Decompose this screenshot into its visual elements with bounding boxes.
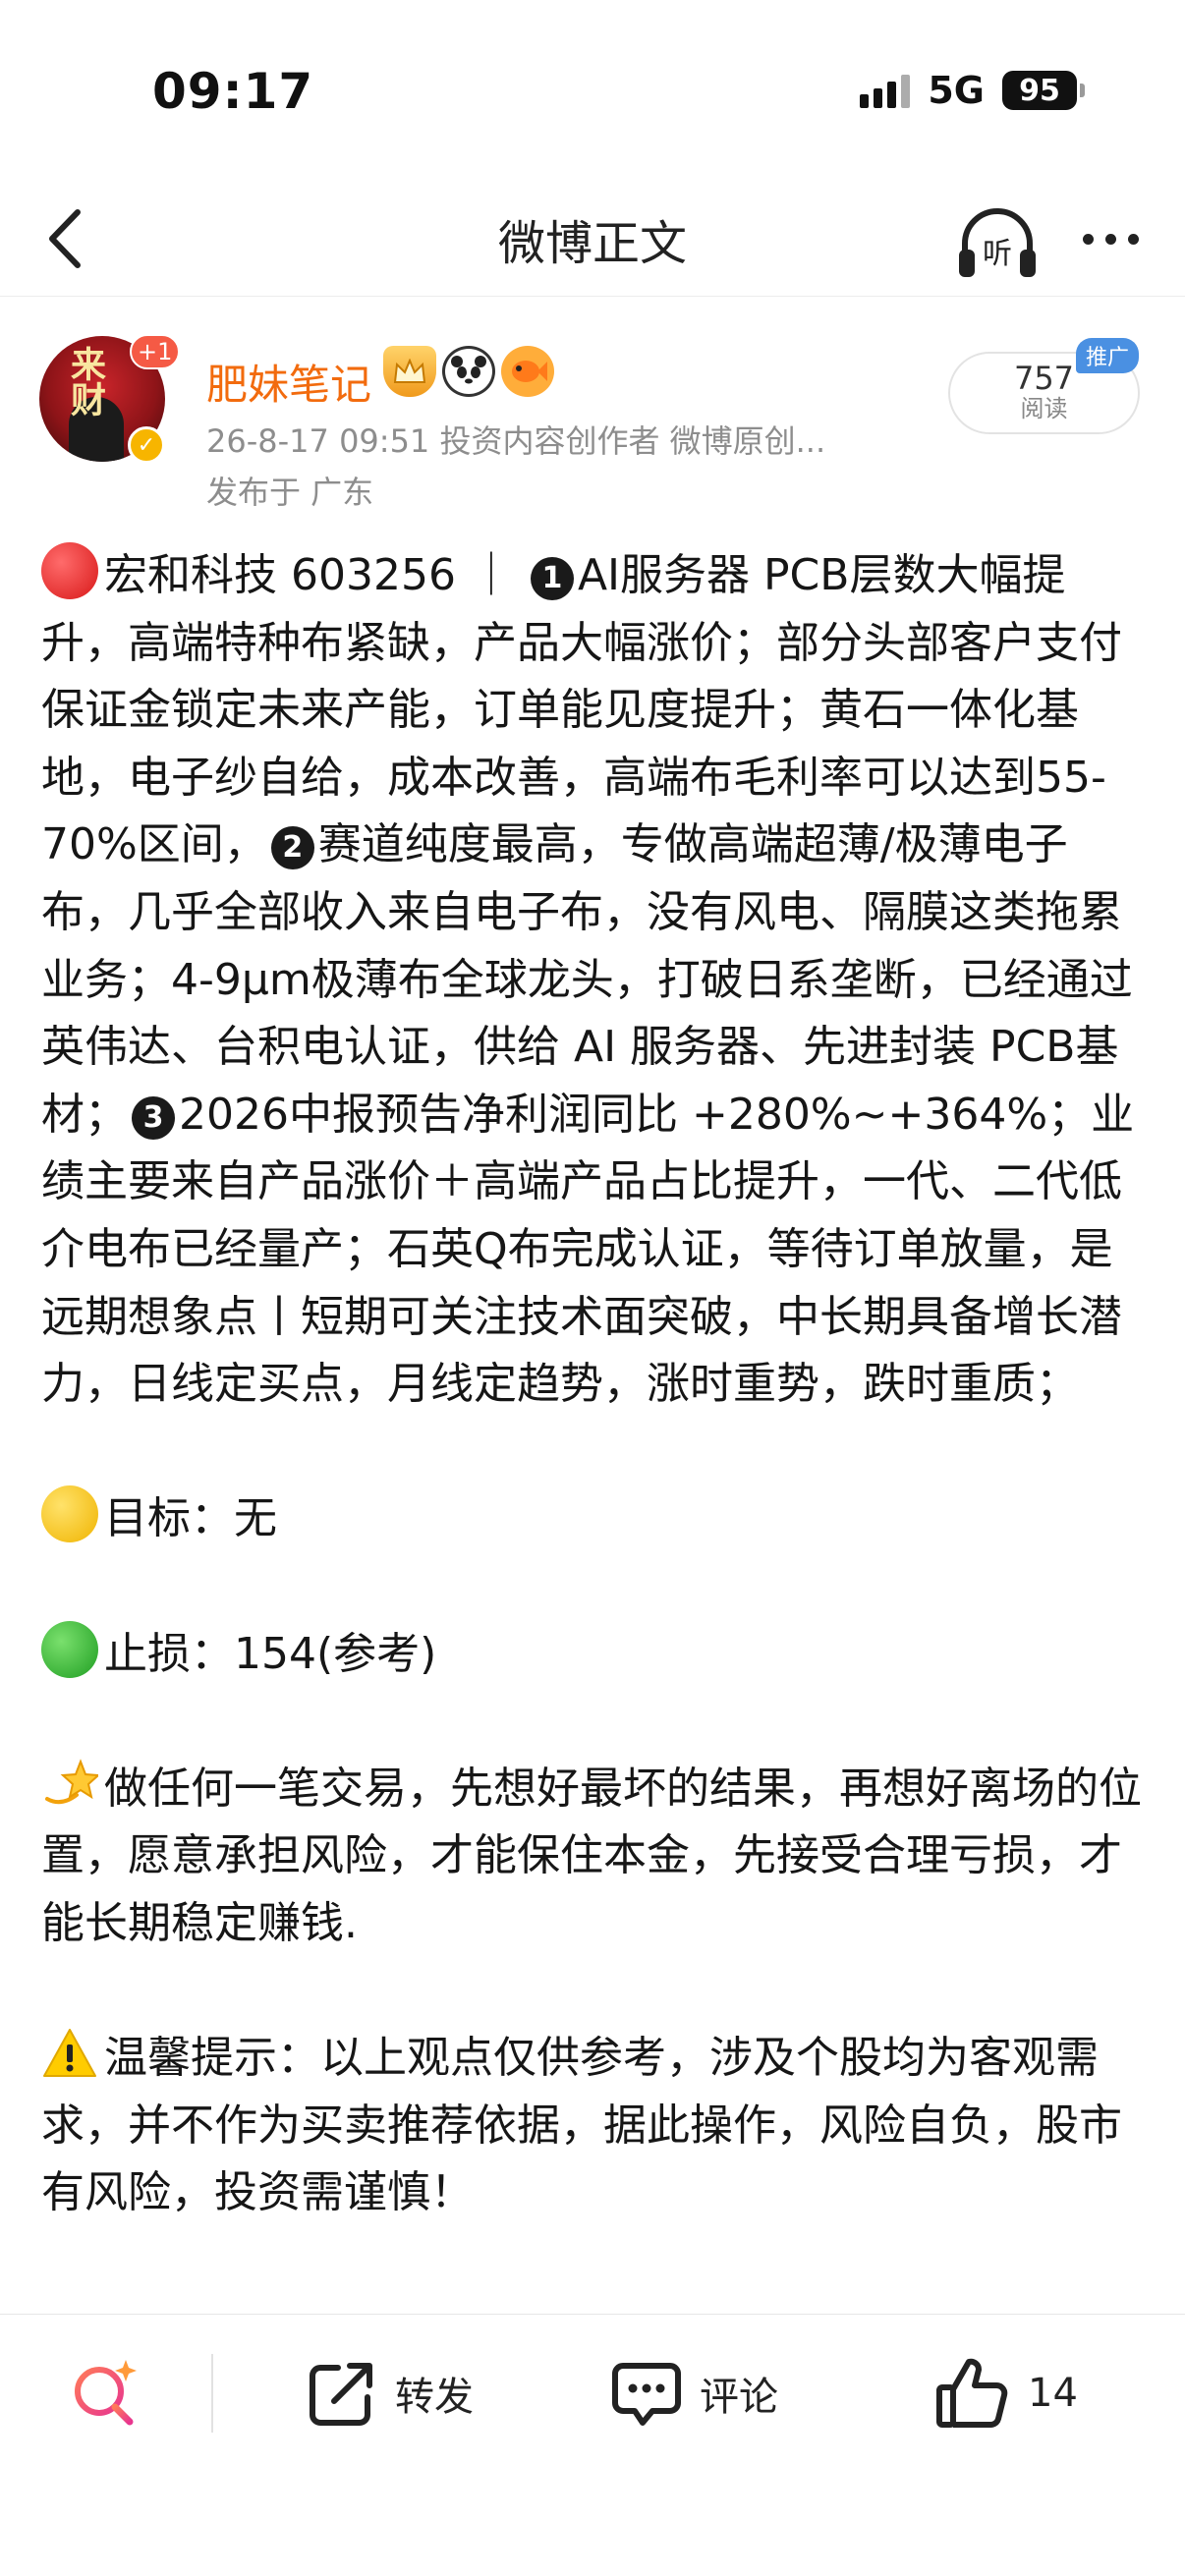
thumbs-up-icon bbox=[936, 2358, 1008, 2428]
target-text: 目标：无 bbox=[104, 1493, 277, 1544]
post-paragraph-main: 宏和科技 603256 ｜ 1 AI服务器 PCB层数大幅提升，高端特种布紧缺，产… bbox=[41, 542, 1147, 1419]
status-time: 09:17 bbox=[152, 63, 314, 120]
author-name[interactable]: 肥妹笔记 bbox=[206, 352, 371, 412]
post-advice: 做任何一笔交易，先想好最坏的结果，再想好离场的位置，愿意承担风险，才能保住本金，… bbox=[41, 1756, 1147, 1958]
network-label: 5G bbox=[928, 69, 985, 112]
post-content: 宏和科技 603256 ｜ 1 AI服务器 PCB层数大幅提升，高端特种布紧缺，产… bbox=[41, 542, 1147, 2227]
avatar-text: 来财 bbox=[65, 346, 105, 417]
signal-icon bbox=[860, 73, 911, 108]
promote-badge[interactable]: 推广 bbox=[1076, 338, 1140, 373]
red-circle-icon bbox=[41, 542, 98, 599]
verified-icon: ✓ bbox=[128, 426, 165, 464]
post-headline: 宏和科技 603256 ｜ bbox=[104, 550, 527, 600]
warning-text: 温馨提示：以上观点仅供参考，涉及个股均为客观需求，并不作为买卖推荐依据，据此操作… bbox=[41, 2033, 1122, 2218]
repost-label: 转发 bbox=[395, 2375, 474, 2420]
dot bbox=[1104, 233, 1116, 245]
comment-icon bbox=[612, 2363, 681, 2426]
fish-badge-icon bbox=[501, 346, 554, 397]
stoploss-text: 止损：154(参考) bbox=[104, 1628, 437, 1679]
post-warning: 温馨提示：以上观点仅供参考，涉及个股均为客观需求，并不作为买卖推荐依据，据此操作… bbox=[41, 2025, 1147, 2227]
battery-icon: 95 bbox=[1002, 71, 1085, 110]
number-2-icon: 2 bbox=[270, 826, 314, 870]
repost-button[interactable]: 转发 bbox=[305, 2352, 474, 2435]
post-point-3: 2026中报预告净利润同比 +280%~+364%；业绩主要来自产品涨价＋高端产… bbox=[41, 1089, 1135, 1410]
green-circle-icon bbox=[41, 1620, 98, 1678]
avatar-plus-badge: +1 bbox=[130, 334, 181, 369]
author-badges bbox=[383, 346, 554, 397]
comment-label: 评论 bbox=[700, 2375, 778, 2420]
status-bar: 09:17 5G 95 bbox=[0, 0, 1185, 187]
action-bar: 转发 评论 14 bbox=[0, 2314, 1185, 2481]
number-1-icon: 1 bbox=[530, 557, 574, 600]
post-stoploss: 止损：154(参考) bbox=[41, 1620, 1147, 1689]
post-location: 发布于 广东 bbox=[206, 474, 374, 511]
svg-text:听: 听 bbox=[983, 237, 1012, 271]
headphones-icon: 听 bbox=[959, 208, 1036, 277]
status-indicators: 5G 95 bbox=[860, 69, 1085, 112]
reads-label: 阅读 bbox=[1020, 395, 1068, 422]
post-meta: 26-8-17 09:51 投资内容创作者 微博原创... bbox=[206, 422, 826, 460]
warning-icon bbox=[43, 2029, 96, 2078]
share-icon bbox=[310, 2363, 372, 2426]
listen-button[interactable]: 听 bbox=[953, 198, 1042, 287]
dot bbox=[1127, 233, 1139, 245]
author-header: 来财 +1 ✓ 肥妹笔记 26-8-17 09:51 投资内容创作者 微博原创.… bbox=[0, 324, 1185, 521]
like-count: 14 bbox=[1028, 2371, 1078, 2416]
advice-text: 做任何一笔交易，先想好最坏的结果，再想好离场的位置，愿意承担风险，才能保住本金，… bbox=[41, 1763, 1142, 1948]
number-3-icon: 3 bbox=[132, 1095, 175, 1140]
panda-badge-icon bbox=[442, 346, 495, 397]
divider bbox=[211, 2354, 213, 2433]
yellow-circle-icon bbox=[41, 1485, 98, 1543]
sparkle-search-icon bbox=[75, 2360, 137, 2426]
nav-bar: 微博正文 听 bbox=[0, 187, 1185, 297]
post-target: 目标：无 bbox=[41, 1485, 1147, 1553]
dot bbox=[1082, 233, 1094, 245]
dizzy-star-icon bbox=[45, 1758, 98, 1804]
like-button[interactable]: 14 bbox=[933, 2352, 1078, 2435]
more-button[interactable] bbox=[1071, 214, 1150, 263]
crown-badge-icon bbox=[383, 346, 436, 397]
ai-search-button[interactable] bbox=[67, 2352, 145, 2435]
comment-button[interactable]: 评论 bbox=[609, 2352, 778, 2435]
